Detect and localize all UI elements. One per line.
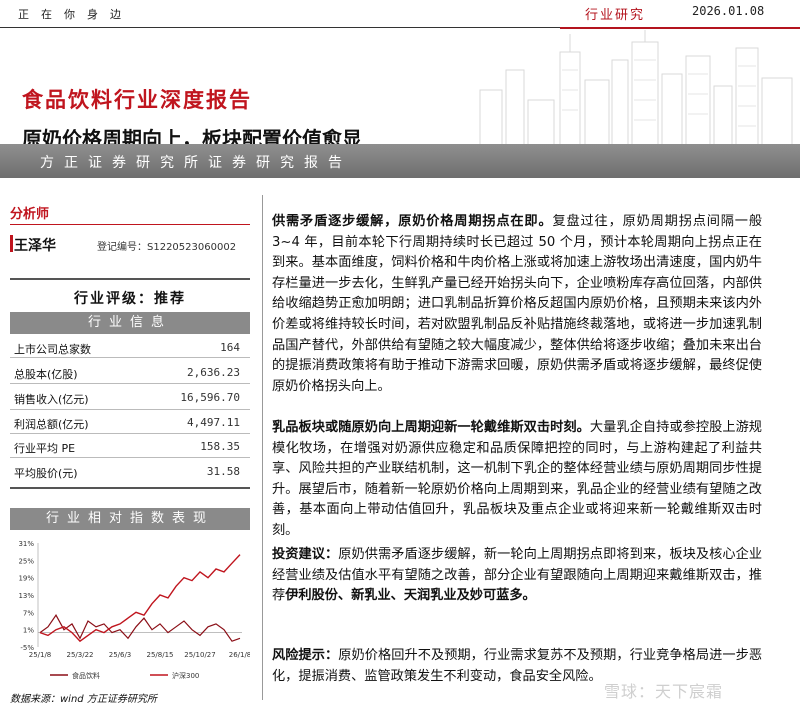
info-value: 16,596.70 <box>180 391 240 404</box>
info-label: 销售收入(亿元) <box>14 393 89 406</box>
paragraph-lead: 供需矛盾逐步缓解，原奶价格周期拐点在即。 <box>272 214 553 229</box>
y-tick-label: 1% <box>23 627 34 635</box>
info-value: 164 <box>220 341 240 354</box>
info-value: 4,497.11 <box>187 416 240 429</box>
report-series-title: 食品饮料行业深度报告 <box>22 88 252 112</box>
row-divider <box>10 383 250 384</box>
info-label: 总股本(亿股) <box>14 368 78 381</box>
info-value: 158.35 <box>200 440 240 453</box>
report-date: 2026.01.08 <box>692 4 765 18</box>
rating-top-divider <box>10 278 250 280</box>
relative-index-heading: 行业相对指数表现 <box>10 508 250 530</box>
paragraph-lead: 乳品板块或随原奶向上周期迎新一轮戴维斯双击时刻。 <box>272 420 590 435</box>
series-line-1 <box>39 554 241 643</box>
report-type-tag: 行业研究 <box>585 8 646 23</box>
legend-label: 沪深300 <box>172 671 199 680</box>
industry-rating: 行业评级：推荐 <box>74 291 186 307</box>
y-tick-label: 25% <box>18 557 34 565</box>
series-line-0 <box>39 614 241 642</box>
relative-index-chart: 31% 25% 19% 13% 7% 1% -5% 25/1/8 25/3/22 25/6/3 25… <box>10 535 251 685</box>
data-source-note: 数据来源：wind 方正证券研究所 <box>10 694 157 705</box>
analyst-name: 王泽华 <box>14 238 56 254</box>
row-divider <box>10 357 250 358</box>
institute-strip-text: 方正证券研究所证券研究报告 <box>40 155 352 171</box>
analyst-registration: 登记编号：S1220523060002 <box>97 242 237 253</box>
recommended-stocks: 伊利股份、新乳业、天润乳业及妙可蓝多。 <box>285 588 536 604</box>
info-label: 上市公司总家数 <box>14 343 91 356</box>
info-bottom-divider <box>10 487 250 489</box>
legend-label: 食品饮料 <box>72 671 100 680</box>
watermark: 雪球：天下宸霜 <box>604 682 724 701</box>
row-divider <box>10 457 250 458</box>
paragraph-lead: 风险提示： <box>272 648 339 663</box>
paragraph-body: 大量乳企自持或参控股上游规模化牧场，在增强对奶源供应稳定和品质保障把控的同时，与… <box>272 420 762 538</box>
paragraph-lead: 投资建议： <box>272 547 339 562</box>
x-tick-label: 25/1/8 <box>29 651 52 659</box>
y-tick-label: 19% <box>18 575 34 583</box>
analyst-heading: 分析师 <box>10 207 50 222</box>
info-value: 2,636.23 <box>187 366 240 379</box>
row-divider <box>10 433 250 434</box>
y-tick-label: 31% <box>18 540 34 548</box>
banner: 食品饮料行业深度报告 原奶价格周期向上，板块配置价值愈显 <box>0 30 800 148</box>
x-tick-label: 26/1/8 <box>229 651 250 659</box>
city-skyline-illustration <box>470 30 800 148</box>
analyst-marker <box>10 235 13 252</box>
x-tick-label: 25/10/27 <box>184 651 215 659</box>
industry-info-heading: 行业信息 <box>10 312 250 334</box>
row-divider <box>10 409 250 410</box>
y-tick-label: 7% <box>23 609 34 617</box>
info-label: 行业平均 PE <box>14 442 76 455</box>
analyst-divider <box>10 224 250 225</box>
x-tick-label: 25/8/15 <box>147 651 174 659</box>
paragraph-body: 复盘过往，原奶周期拐点间隔一般 3~4 年，目前本轮下行周期持续时长已超过 50… <box>272 214 763 394</box>
info-label: 平均股价(元) <box>14 467 78 480</box>
top-accent-divider <box>560 27 800 29</box>
info-value: 31.58 <box>206 465 240 478</box>
top-bar: 正在你身边 行业研究 2026.01.08 <box>0 0 800 29</box>
y-tick-label: 13% <box>18 592 34 600</box>
x-tick-label: 25/3/22 <box>67 651 94 659</box>
column-divider <box>262 195 263 700</box>
info-label: 利润总额(亿元) <box>14 418 89 431</box>
slogan: 正在你身边 <box>18 8 133 21</box>
paragraph-investment-advice: 投资建议：原奶供需矛盾逐步缓解，新一轮向上周期拐点即将到来，板块及核心企业经营业… <box>272 545 762 607</box>
paragraph-davis-double: 乳品板块或随原奶向上周期迎新一轮戴维斯双击时刻。大量乳企自持或参控股上游规模化牧… <box>272 418 762 542</box>
relative-index-chart-svg: 31%25%19%13%7%1%-5%25/1/8 25/3/22 25/6/3 25… <box>18 540 251 680</box>
x-tick-label: 25/6/3 <box>109 651 132 659</box>
paragraph-supply-demand: 供需矛盾逐步缓解，原奶价格周期拐点在即。复盘过往，原奶周期拐点间隔一般 3~4 … <box>272 212 762 397</box>
